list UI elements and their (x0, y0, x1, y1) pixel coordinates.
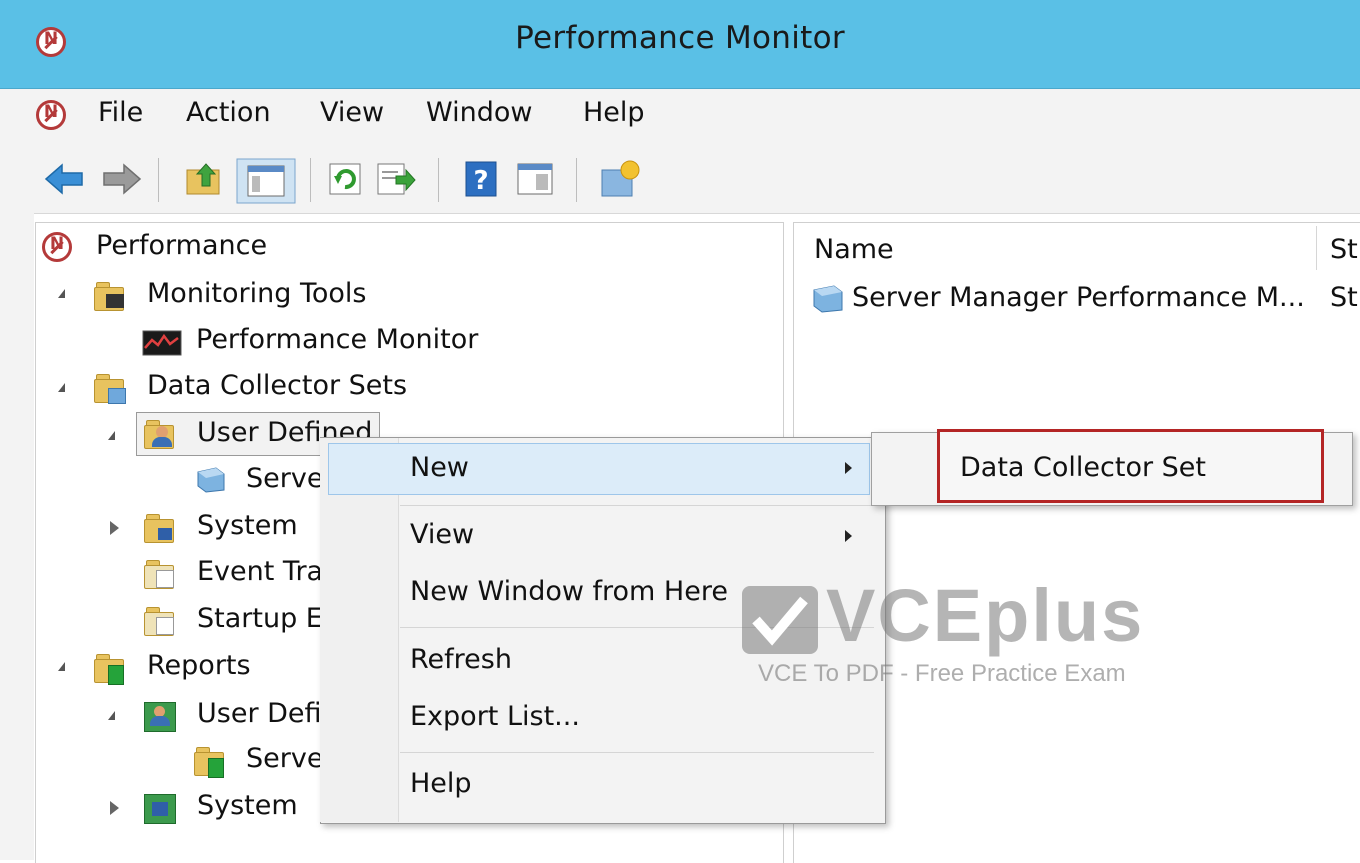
collapse-arrow-icon[interactable] (110, 521, 119, 535)
context-menu-export-list[interactable]: Export List... (410, 701, 580, 732)
menu-separator (400, 505, 874, 506)
context-menu-refresh[interactable]: Refresh (410, 644, 512, 675)
menu-file[interactable]: File (98, 97, 143, 128)
tree-item-performance-monitor[interactable]: Performance Monitor (196, 324, 478, 355)
context-menu-new-window[interactable]: New Window from Here (410, 576, 728, 607)
toolbar-separator (310, 158, 311, 202)
submenu-arrow-icon (845, 462, 852, 474)
tree-item-reports-system[interactable]: System (197, 790, 298, 821)
window-title: Performance Monitor (515, 20, 845, 56)
watermark-tagline: VCE To PDF - Free Practice Exam (758, 660, 1126, 687)
watermark-logo: VCEplus (826, 574, 1145, 657)
tree-item-data-collector-sets[interactable]: Data Collector Sets (147, 370, 407, 401)
toolbar-separator (438, 158, 439, 202)
toolbar-separator (576, 158, 577, 202)
left-margin (0, 145, 34, 860)
refresh-icon[interactable] (328, 162, 364, 196)
monitoring-tools-icon (94, 280, 128, 312)
tree-item-performance[interactable]: Performance (96, 230, 267, 261)
context-menu-gutter (320, 438, 399, 822)
watermark-check-icon (742, 586, 818, 654)
expand-arrow-icon[interactable] (58, 383, 65, 392)
back-icon[interactable] (44, 162, 84, 196)
system-menu-icon[interactable] (36, 100, 66, 130)
expand-arrow-icon[interactable] (58, 662, 65, 671)
svg-text:?: ? (473, 166, 488, 196)
column-header-name[interactable]: Name (814, 234, 894, 265)
collapse-arrow-icon[interactable] (110, 801, 119, 815)
context-menu-new-label[interactable]: New (410, 452, 469, 483)
column-header-status[interactable]: St (1330, 234, 1358, 265)
menu-window[interactable]: Window (426, 97, 532, 128)
expand-arrow-icon[interactable] (58, 289, 65, 298)
context-menu-view[interactable]: View (410, 519, 474, 550)
menu-help[interactable]: Help (583, 97, 645, 128)
collector-set-icon (813, 285, 843, 313)
collector-set-icon (197, 467, 225, 493)
tree-item-event-trace[interactable]: Event Tra (197, 556, 323, 587)
tree-item-reports[interactable]: Reports (147, 650, 251, 681)
export-list-icon[interactable] (376, 162, 416, 196)
list-item-status: St (1330, 282, 1358, 313)
reports-system-icon (144, 792, 178, 824)
help-icon[interactable]: ? (464, 160, 498, 198)
reports-user-defined-icon (144, 700, 178, 732)
new-window-icon[interactable] (598, 158, 644, 200)
tree-item-server[interactable]: Serve (246, 463, 323, 494)
startup-event-icon (144, 605, 178, 637)
column-divider[interactable] (1316, 226, 1317, 270)
tree-item-monitoring-tools[interactable]: Monitoring Tools (147, 278, 366, 309)
system-folder-icon (144, 512, 178, 544)
report-server-icon (194, 745, 228, 778)
expand-arrow-icon[interactable] (108, 711, 115, 720)
context-menu-help[interactable]: Help (410, 768, 472, 799)
tree-item-startup-event[interactable]: Startup E (197, 603, 323, 634)
menu-view[interactable]: View (320, 97, 384, 128)
forward-icon[interactable] (102, 162, 142, 196)
reports-icon (94, 652, 128, 685)
up-folder-icon[interactable] (184, 160, 224, 198)
tree-item-reports-user-defined[interactable]: User Defi (197, 698, 322, 729)
menu-action[interactable]: Action (186, 97, 271, 128)
event-trace-icon (144, 558, 178, 590)
properties-icon[interactable] (516, 162, 556, 196)
submenu-arrow-icon (845, 530, 852, 542)
toolbar-separator (158, 158, 159, 202)
menu-separator (400, 752, 874, 753)
list-item-name[interactable]: Server Manager Performance M... (852, 282, 1305, 313)
expand-arrow-icon[interactable] (108, 431, 115, 440)
submenu-item-data-collector-set-label[interactable]: Data Collector Set (960, 452, 1206, 483)
user-defined-icon (144, 418, 178, 450)
tree-item-system[interactable]: System (197, 510, 298, 541)
data-collector-sets-icon (94, 372, 128, 404)
tree-item-reports-server[interactable]: Serve (246, 743, 323, 774)
performance-monitor-icon (142, 330, 182, 356)
performance-icon (42, 232, 72, 262)
show-hide-tree-icon[interactable] (236, 158, 296, 204)
